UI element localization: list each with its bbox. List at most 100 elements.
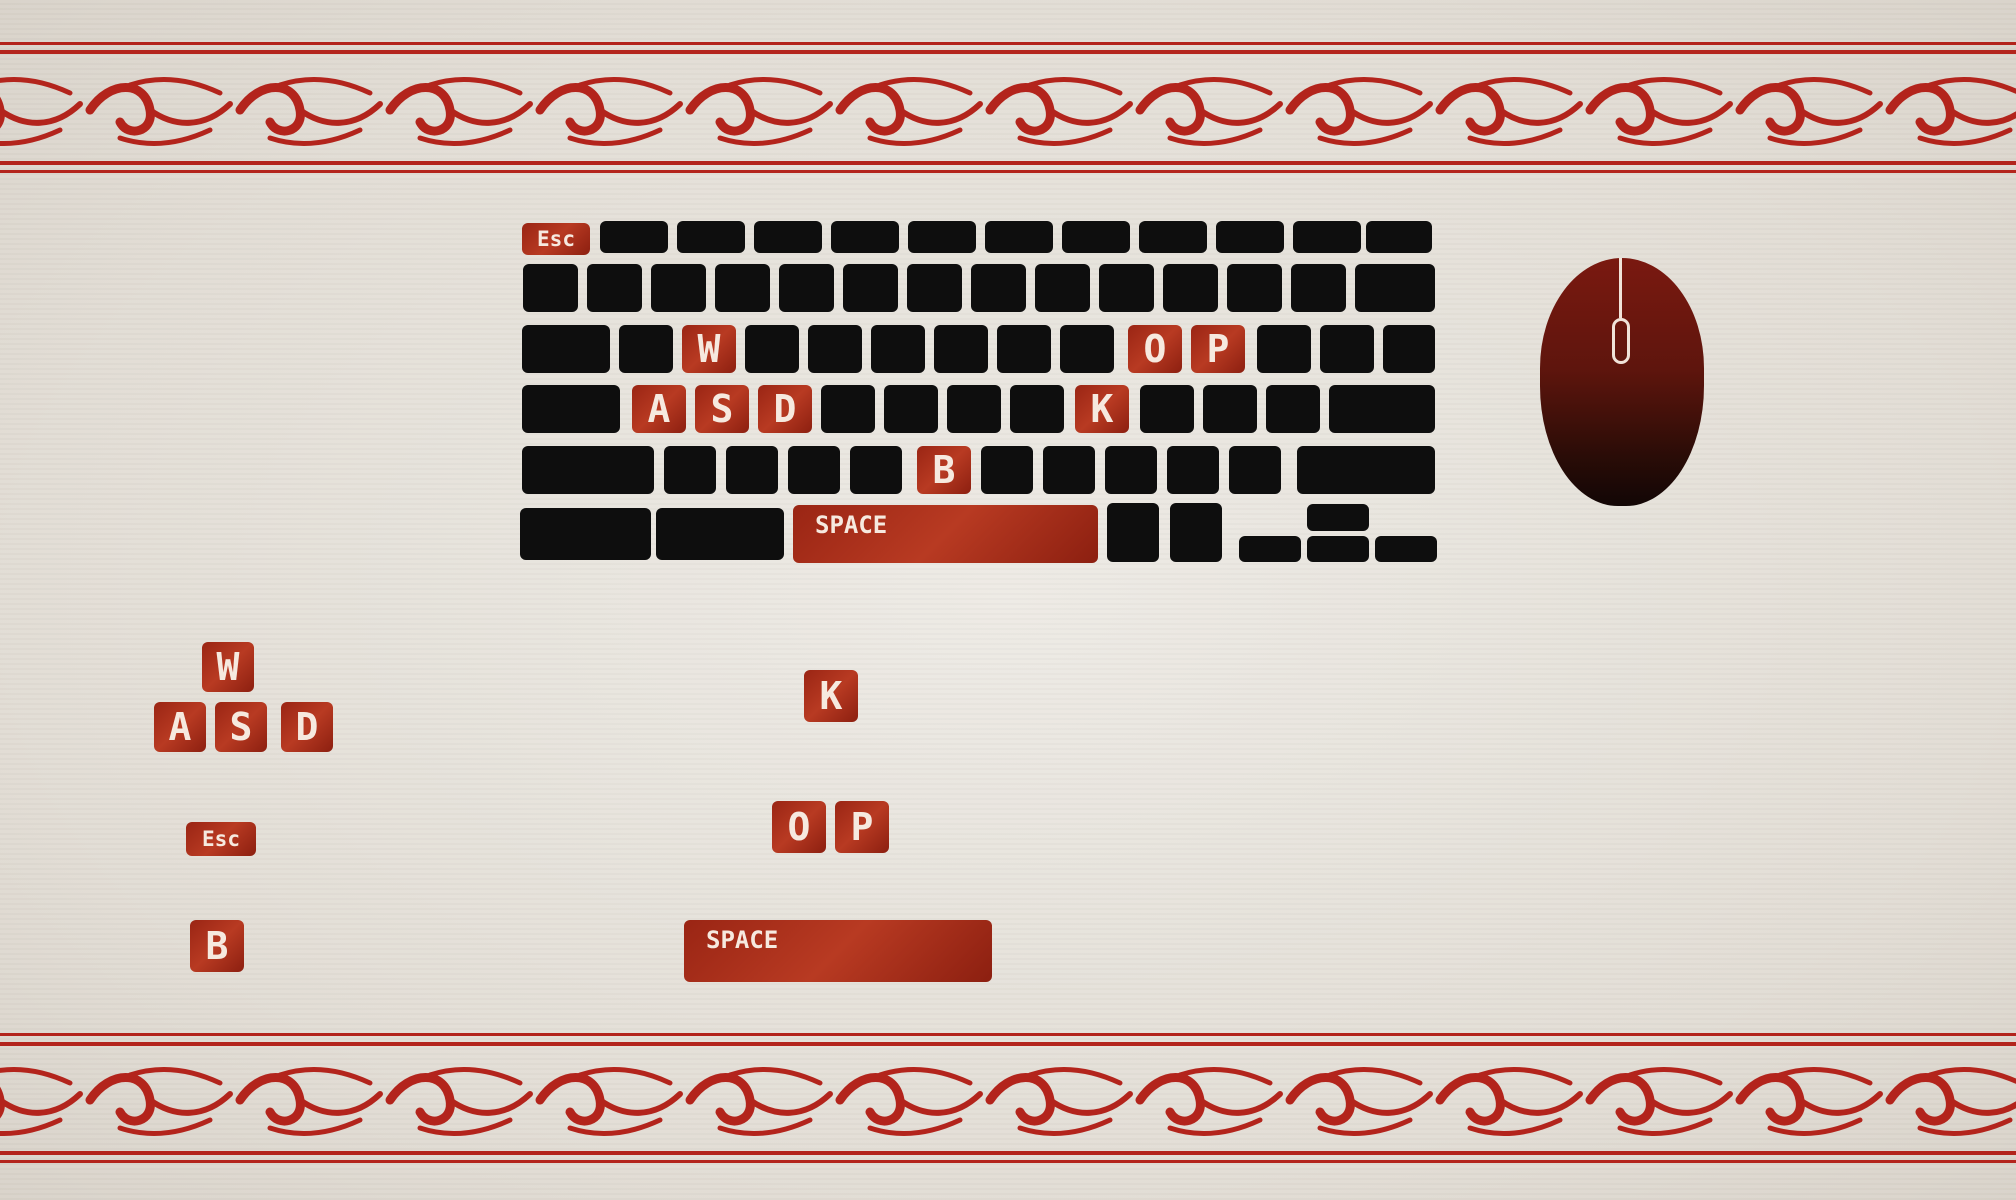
ornament-wave xyxy=(447,101,533,126)
key-z xyxy=(664,446,716,494)
legend-key-d-label: D xyxy=(295,705,319,749)
ornament-wave xyxy=(897,101,983,126)
legend-key-space-label: SPACE xyxy=(706,926,779,954)
key-slash xyxy=(1229,446,1281,494)
key-arrow-right xyxy=(1375,536,1437,562)
key-s: S xyxy=(695,385,749,433)
legend-key-k: K xyxy=(804,670,858,722)
key-number-row xyxy=(907,264,962,312)
key-esc-label: Esc xyxy=(537,226,575,251)
ornament-swirl xyxy=(535,83,605,136)
ornament-flame xyxy=(0,127,63,147)
legend-key-w: W xyxy=(202,642,254,692)
ornament-flame xyxy=(0,76,73,96)
ornament-wave xyxy=(1347,101,1433,126)
key-e xyxy=(745,325,799,373)
ornament-swirl xyxy=(1435,1073,1505,1126)
key-space-label: SPACE xyxy=(815,511,888,539)
legend-key-b-label: B xyxy=(205,924,229,968)
ornament-wave xyxy=(1347,1091,1433,1116)
key-f7 xyxy=(1062,221,1130,253)
ornament-wave xyxy=(597,1091,683,1116)
key-number-row xyxy=(843,264,898,312)
key-f11 xyxy=(1366,221,1432,253)
ornament-flame xyxy=(0,1117,63,1137)
key-p-label: P xyxy=(1206,327,1230,371)
key-number-row xyxy=(971,264,1026,312)
key-esc: Esc xyxy=(522,223,590,255)
key-i xyxy=(1060,325,1114,373)
ornament-wave xyxy=(1197,101,1283,126)
key-alt-left xyxy=(656,508,784,560)
key-t xyxy=(871,325,925,373)
key-s-label: S xyxy=(710,387,734,431)
key-comma xyxy=(1105,446,1157,494)
key-q xyxy=(619,325,673,373)
key-f5 xyxy=(908,221,976,253)
key-f6 xyxy=(985,221,1053,253)
key-u xyxy=(997,325,1051,373)
key-f10 xyxy=(1293,221,1361,253)
legend-key-o-label: O xyxy=(787,805,811,849)
key-number-row xyxy=(715,264,770,312)
top-ornamental-border xyxy=(0,42,2016,173)
key-backslash xyxy=(1383,325,1435,373)
key-arrow-left xyxy=(1239,536,1301,562)
key-f4 xyxy=(831,221,899,253)
legend-key-a: A xyxy=(154,702,206,752)
key-ctrl-right xyxy=(1170,503,1222,562)
legend-key-esc-label: Esc xyxy=(202,826,240,851)
key-ctrl-left xyxy=(520,508,651,560)
ornament-swirl xyxy=(685,1073,755,1126)
parchment-background xyxy=(0,0,2016,1200)
ornament-wave xyxy=(1947,1097,2016,1116)
key-r xyxy=(808,325,862,373)
key-n xyxy=(981,446,1033,494)
key-w: W xyxy=(682,325,736,373)
ornament-wave xyxy=(1047,101,1133,126)
ornament-swirl xyxy=(1135,1073,1205,1126)
legend-key-b: B xyxy=(190,920,244,972)
ornament-wave xyxy=(147,101,233,126)
key-number-row xyxy=(587,264,642,312)
legend-key-o: O xyxy=(772,801,826,853)
computer-mouse-icon xyxy=(1540,258,1704,506)
ornament-swirl xyxy=(835,1073,905,1126)
key-a: A xyxy=(632,385,686,433)
legend-key-p: P xyxy=(835,801,889,853)
key-arrow-up xyxy=(1307,504,1369,531)
ornament-swirl xyxy=(985,1073,1055,1126)
key-k: K xyxy=(1075,385,1129,433)
ornament-swirl xyxy=(835,83,905,136)
key-enter xyxy=(1329,385,1435,433)
ornament-swirl xyxy=(235,1073,305,1126)
ornament-wave xyxy=(1797,101,1883,126)
key-y xyxy=(934,325,988,373)
key-number-row xyxy=(1291,264,1346,312)
key-k-label: K xyxy=(1090,387,1114,431)
key-p: P xyxy=(1191,325,1245,373)
key-f9 xyxy=(1216,221,1284,253)
ornament-wave xyxy=(1047,1091,1133,1116)
ornament-swirl xyxy=(1285,1073,1355,1126)
ornament-swirl xyxy=(385,83,455,136)
key-x xyxy=(726,446,778,494)
key-number-row xyxy=(523,264,578,312)
ornament-wave xyxy=(747,1091,833,1116)
key-a-label: A xyxy=(647,387,671,431)
ornament-wave xyxy=(1497,1091,1583,1116)
key-space: SPACE xyxy=(793,505,1098,563)
mouse-scroll-wheel xyxy=(1612,318,1630,364)
key-m xyxy=(1043,446,1095,494)
ornament-swirl xyxy=(685,83,755,136)
ornament-swirl xyxy=(1885,1073,1955,1126)
key-number-row xyxy=(651,264,706,312)
key-b-label: B xyxy=(932,448,956,492)
key-bracket-right xyxy=(1320,325,1374,373)
ornament-wave xyxy=(1647,101,1733,126)
ornament-swirl xyxy=(535,1073,605,1126)
key-caps-lock xyxy=(522,385,620,433)
mouse-button-divider xyxy=(1619,258,1622,318)
key-f8 xyxy=(1139,221,1207,253)
ornament-swirl xyxy=(1285,83,1355,136)
